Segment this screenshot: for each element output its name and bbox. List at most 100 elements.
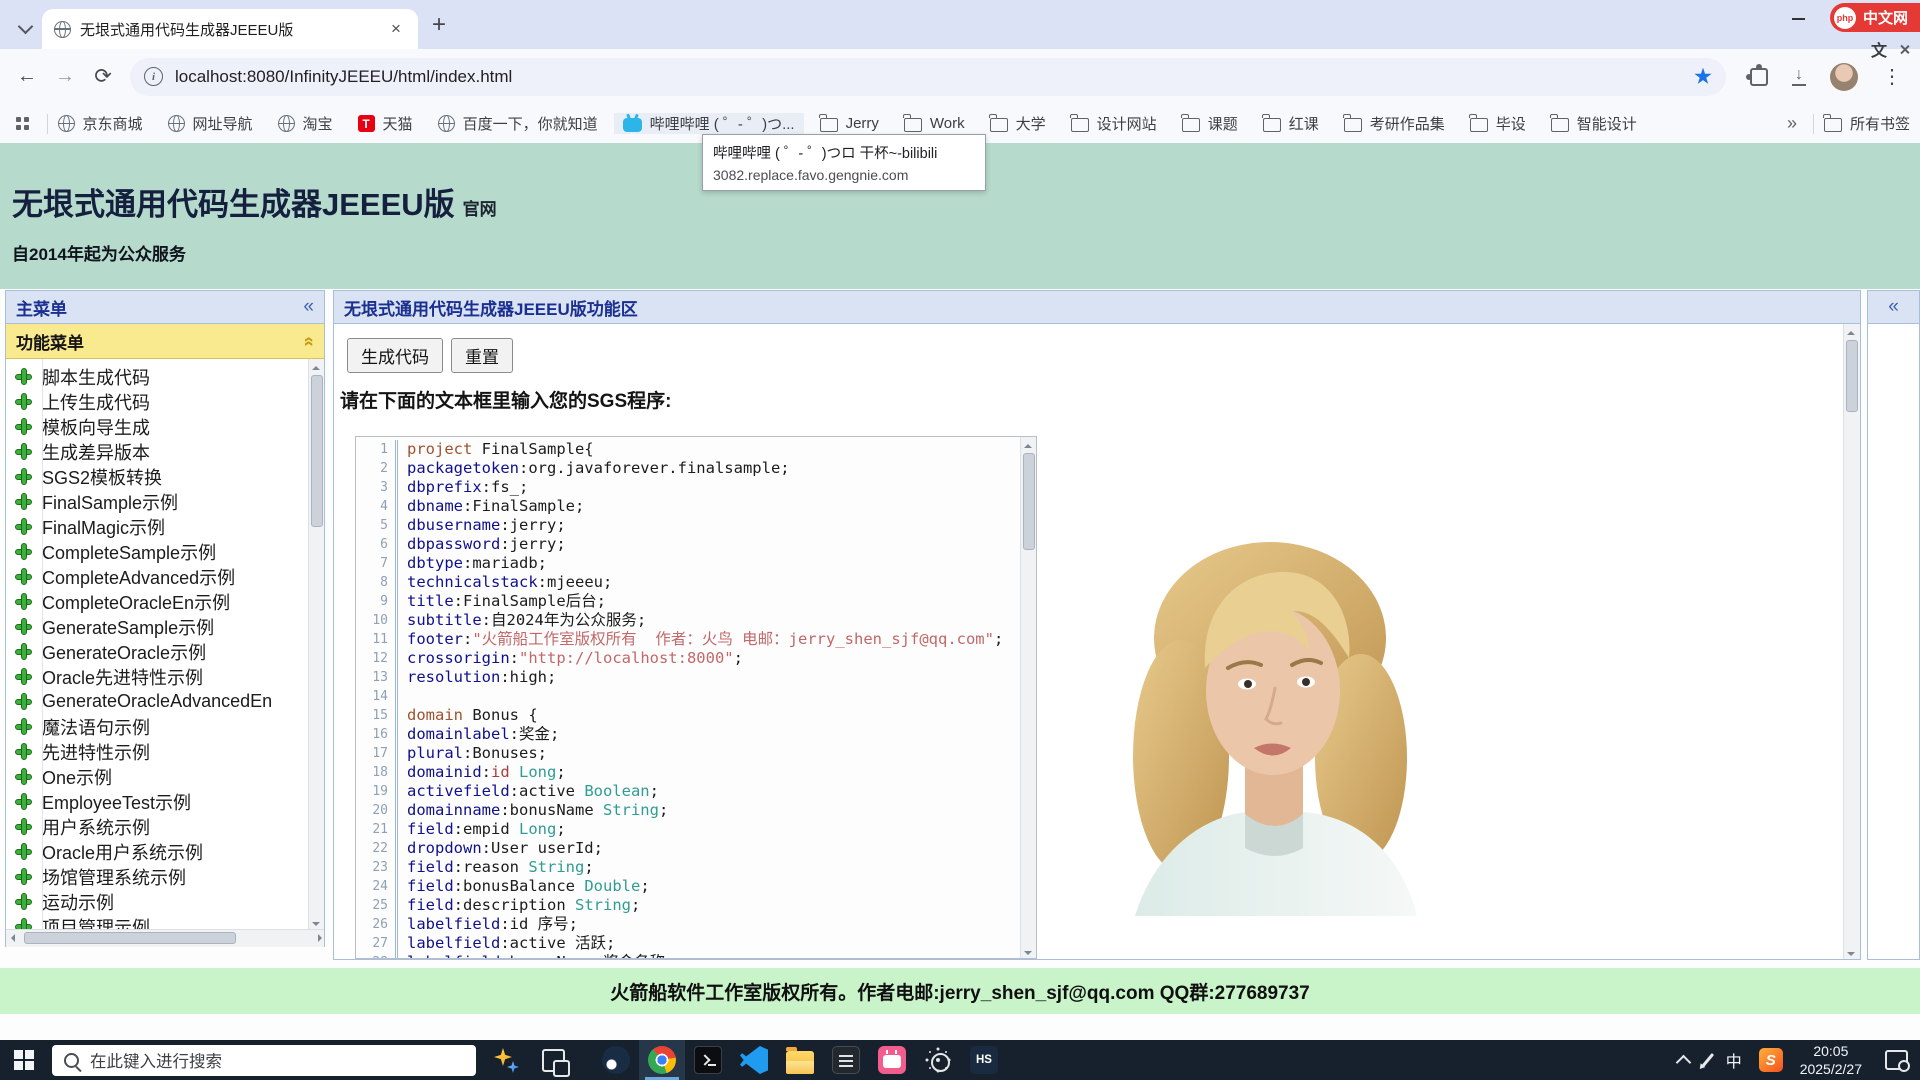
site-info-icon[interactable] bbox=[144, 67, 163, 86]
sidebar-item-魔法语句示例[interactable]: 魔法语句示例 bbox=[6, 714, 324, 739]
notes-taskbar-button[interactable] bbox=[823, 1040, 869, 1080]
bookmarks-overflow-button[interactable]: » bbox=[1787, 113, 1797, 134]
vscode-taskbar-button[interactable] bbox=[731, 1040, 777, 1080]
bilibili-taskbar-button[interactable] bbox=[869, 1040, 915, 1080]
scroll-down-arrow[interactable] bbox=[312, 922, 320, 929]
main-panel-scrollbar[interactable] bbox=[1843, 324, 1860, 959]
downloads-icon[interactable] bbox=[1792, 68, 1806, 86]
sidebar-item-CompleteSample示例[interactable]: CompleteSample示例 bbox=[6, 539, 324, 564]
address-bar[interactable]: localhost:8080/InfinityJEEEU/html/index.… bbox=[130, 58, 1726, 96]
ime-indicator[interactable]: 中 bbox=[1726, 1048, 1742, 1072]
new-tab-button[interactable]: + bbox=[432, 11, 446, 39]
scrollbar-thumb[interactable] bbox=[1023, 453, 1035, 550]
sidebar-item-模板向导生成[interactable]: 模板向导生成 bbox=[6, 414, 324, 439]
sidebar-item-GenerateOracle示例[interactable]: GenerateOracle示例 bbox=[6, 639, 324, 664]
bookmark-folder[interactable]: 红课 bbox=[1263, 113, 1319, 134]
chrome-taskbar-button[interactable] bbox=[639, 1040, 685, 1080]
menu-horizontal-scrollbar[interactable] bbox=[6, 929, 324, 947]
taskbar-search-input[interactable]: 在此键入进行搜索 bbox=[52, 1045, 476, 1076]
browser-tab-active[interactable]: 无垠式通用代码生成器JEEEU版 × bbox=[42, 9, 418, 49]
bookmark-folder[interactable]: 大学 bbox=[990, 113, 1046, 134]
sidebar-item-One示例[interactable]: One示例 bbox=[6, 764, 324, 789]
bookmark-item[interactable]: 淘宝 bbox=[278, 113, 333, 134]
bookmark-item[interactable]: 百度一下，你就知道 bbox=[438, 113, 598, 134]
bookmark-folder[interactable]: Jerry bbox=[820, 115, 879, 132]
bookmark-item[interactable]: 京东商城 bbox=[58, 113, 143, 134]
bookmark-folder[interactable]: 智能设计 bbox=[1551, 113, 1637, 134]
sidebar-item-运动示例[interactable]: 运动示例 bbox=[6, 889, 324, 914]
bookmark-star-icon[interactable] bbox=[1694, 68, 1712, 86]
url-text[interactable]: localhost:8080/InfinityJEEEU/html/index.… bbox=[175, 67, 1682, 87]
taskbar-clock[interactable]: 20:05 2025/2/27 bbox=[1800, 1042, 1862, 1078]
sidebar-item-用户系统示例[interactable]: 用户系统示例 bbox=[6, 814, 324, 839]
reload-button[interactable] bbox=[84, 58, 122, 96]
collapse-section-icon[interactable]: « bbox=[298, 336, 319, 346]
sgs-code-editor[interactable]: 1project FinalSample{2packagetoken:org.j… bbox=[355, 436, 1037, 959]
scroll-left-arrow[interactable] bbox=[7, 934, 15, 942]
profile-avatar[interactable] bbox=[1830, 63, 1858, 91]
start-button[interactable] bbox=[0, 1040, 48, 1080]
bookmark-item[interactable]: 哔哩哔哩 ( ゜- ゜)つ... bbox=[614, 113, 804, 134]
scrollbar-thumb[interactable] bbox=[1846, 340, 1858, 412]
bookmark-item[interactable]: 网址导航 bbox=[168, 113, 253, 134]
sidebar-item-先进特性示例[interactable]: 先进特性示例 bbox=[6, 739, 324, 764]
expand-east-panel-icon[interactable]: « bbox=[1888, 296, 1899, 318]
settings-taskbar-button[interactable] bbox=[915, 1040, 961, 1080]
pen-icon[interactable] bbox=[1701, 1053, 1714, 1068]
copilot-sparkle-icon[interactable] bbox=[492, 1046, 520, 1074]
bookmark-folder[interactable]: 毕设 bbox=[1470, 113, 1526, 134]
tab-search-button[interactable] bbox=[10, 13, 40, 43]
sidebar-item-脚本生成代码[interactable]: 脚本生成代码 bbox=[6, 364, 324, 389]
sidebar-item-EmployeeTest示例[interactable]: EmployeeTest示例 bbox=[6, 789, 324, 814]
task-view-icon[interactable] bbox=[542, 1049, 565, 1072]
extensions-icon[interactable] bbox=[1750, 68, 1768, 86]
steam-taskbar-button[interactable] bbox=[593, 1040, 639, 1080]
sidebar-item-生成差异版本[interactable]: 生成差异版本 bbox=[6, 439, 324, 464]
browser-menu-icon[interactable] bbox=[1882, 64, 1902, 89]
menu-vertical-scrollbar[interactable] bbox=[308, 359, 324, 929]
terminal-taskbar-button[interactable] bbox=[685, 1040, 731, 1080]
sidebar-item-GenerateSample示例[interactable]: GenerateSample示例 bbox=[6, 614, 324, 639]
hbuilder-taskbar-button[interactable]: HS bbox=[961, 1040, 1007, 1080]
sidebar-item-场馆管理系统示例[interactable]: 场馆管理系统示例 bbox=[6, 864, 324, 889]
bookmark-item[interactable]: T天猫 bbox=[358, 113, 413, 134]
minimize-button[interactable] bbox=[1774, 2, 1822, 36]
apps-grid-icon[interactable] bbox=[16, 117, 29, 130]
tray-expand-icon[interactable] bbox=[1675, 1055, 1691, 1071]
notification-center-icon[interactable] bbox=[1885, 1050, 1908, 1070]
east-panel-header[interactable]: « bbox=[1868, 291, 1919, 324]
sidebar-item-FinalMagic示例[interactable]: FinalMagic示例 bbox=[6, 514, 324, 539]
bookmark-folder[interactable]: 课题 bbox=[1182, 113, 1238, 134]
sidebar-item-CompleteOracleEn示例[interactable]: CompleteOracleEn示例 bbox=[6, 589, 324, 614]
collapse-sidebar-icon[interactable]: « bbox=[303, 296, 314, 318]
all-bookmarks-button[interactable]: 所有书签 bbox=[1824, 113, 1910, 134]
sidebar-item-GenerateOracleAdvancedEn[interactable]: GenerateOracleAdvancedEn bbox=[6, 689, 324, 714]
sidebar-item-项目管理示例[interactable]: 项目管理示例 bbox=[6, 914, 324, 929]
scroll-down-arrow[interactable] bbox=[1847, 952, 1855, 959]
sogou-input-icon[interactable]: S bbox=[1759, 1048, 1783, 1072]
sidebar-item-CompleteAdvanced示例[interactable]: CompleteAdvanced示例 bbox=[6, 564, 324, 589]
sidebar-item-上传生成代码[interactable]: 上传生成代码 bbox=[6, 389, 324, 414]
reset-button[interactable]: 重置 bbox=[451, 338, 513, 373]
bookmark-folder[interactable]: 考研作品集 bbox=[1344, 113, 1445, 134]
sidebar-item-SGS2模板转换[interactable]: SGS2模板转换 bbox=[6, 464, 324, 489]
scroll-up-arrow[interactable] bbox=[1024, 440, 1032, 448]
scroll-up-arrow[interactable] bbox=[312, 362, 320, 370]
forward-button[interactable] bbox=[46, 58, 84, 96]
watermark-close-icon[interactable] bbox=[1899, 44, 1910, 55]
explorer-taskbar-button[interactable] bbox=[777, 1040, 823, 1080]
bookmark-folder[interactable]: Work bbox=[904, 115, 965, 132]
generate-code-button[interactable]: 生成代码 bbox=[347, 338, 443, 373]
back-button[interactable] bbox=[8, 58, 46, 96]
sidebar-item-Oracle先进特性示例[interactable]: Oracle先进特性示例 bbox=[6, 664, 324, 689]
scrollbar-thumb[interactable] bbox=[311, 375, 323, 527]
tab-close-button[interactable]: × bbox=[386, 19, 406, 39]
scrollbar-thumb[interactable] bbox=[24, 932, 236, 944]
scroll-up-arrow[interactable] bbox=[1847, 327, 1855, 335]
sidebar-item-FinalSample示例[interactable]: FinalSample示例 bbox=[6, 489, 324, 514]
bookmark-folder[interactable]: 设计网站 bbox=[1071, 113, 1157, 134]
sidebar-item-Oracle用户系统示例[interactable]: Oracle用户系统示例 bbox=[6, 839, 324, 864]
editor-scrollbar[interactable] bbox=[1020, 437, 1036, 958]
function-menu-header[interactable]: 功能菜单 « bbox=[6, 324, 324, 359]
scroll-down-arrow[interactable] bbox=[1024, 951, 1032, 959]
